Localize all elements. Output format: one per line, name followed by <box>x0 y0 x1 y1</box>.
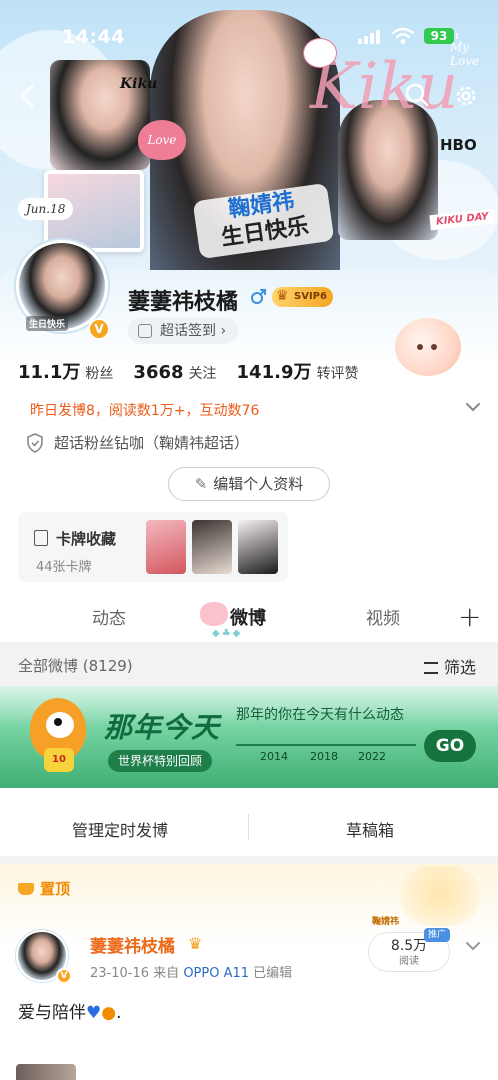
banner-love-tag: Love <box>138 120 186 160</box>
banner-date-tag: Jun.18 <box>18 198 74 220</box>
card-collection-label: 卡牌收藏 <box>56 530 117 548</box>
add-tab-icon[interactable]: + <box>458 600 481 633</box>
pencil-icon: ✎ <box>194 475 208 493</box>
all-weibo-count[interactable]: 全部微博 (8129) <box>18 655 133 676</box>
section-gap <box>0 856 498 864</box>
fanclub-label: 超话粉丝钻咖（鞠婧祎超话） <box>54 434 250 452</box>
post-edited: 已编辑 <box>253 966 293 981</box>
post-text-suffix: . <box>116 1003 122 1023</box>
stat-fans-label: 粉丝 <box>85 366 114 382</box>
tab-feed[interactable]: 动态 <box>92 604 126 629</box>
back-icon[interactable] <box>14 82 42 110</box>
post-source-prefix: 来自 <box>153 966 180 981</box>
stat-fans[interactable]: 11.1万 粉丝 <box>18 358 113 384</box>
divider <box>248 814 249 840</box>
promo-go-button[interactable]: GO <box>424 730 476 762</box>
tab-pig-icon <box>200 602 228 626</box>
stat-following-number: 3668 <box>133 362 184 383</box>
profile-tabs: 动态 微博 视频 <box>0 596 498 642</box>
pinned-label: 置顶 <box>18 878 70 899</box>
stat-interactions-label: 转评赞 <box>316 366 359 382</box>
promo-timeline <box>236 744 416 746</box>
tab-video[interactable]: 视频 <box>366 604 400 629</box>
male-gender-icon <box>251 289 266 304</box>
stat-interactions-number: 141.9万 <box>236 362 312 383</box>
stat-following[interactable]: 3668 关注 <box>133 362 216 383</box>
fanclub-row[interactable]: 超话粉丝钻咖（鞠婧祎超话） <box>26 432 249 453</box>
tab-active-indicator: ◆♣◆ <box>212 628 243 639</box>
shield-icon <box>27 432 43 453</box>
filter-icon <box>424 662 438 674</box>
promote-tag[interactable]: 推广 <box>424 928 451 942</box>
stat-interactions[interactable]: 141.9万 转评赞 <box>237 358 359 384</box>
filter-label: 筛选 <box>444 658 477 677</box>
on-this-day-banner[interactable]: 10 那年今天 那年的你在今天有什么动态 世界杯特别回顾 2014 2018 2… <box>0 686 498 788</box>
crown-decoration <box>400 866 480 926</box>
post-text-body: 爱与陪伴 <box>18 1003 86 1023</box>
stat-following-label: 关注 <box>188 366 217 382</box>
post-text: 爱与陪伴♥●. <box>18 998 122 1023</box>
profile-stats: 11.1万 粉丝 3668 关注 141.9万 转评赞 <box>18 358 358 384</box>
pin-crown-icon <box>18 883 34 895</box>
status-bar: 14:44 93 <box>0 0 498 72</box>
search-icon[interactable] <box>404 82 430 108</box>
card-collection[interactable]: 卡牌收藏 44张卡牌 <box>18 512 288 582</box>
mascot-shirt: 10 <box>44 748 74 772</box>
edit-profile-label: 编辑个人资料 <box>213 475 304 493</box>
drafts-button[interactable]: 草稿箱 <box>346 817 394 841</box>
svip-badge[interactable]: SVIP6 <box>272 286 333 307</box>
pinned-text: 置顶 <box>40 880 71 898</box>
manage-scheduled-posts-button[interactable]: 管理定时发博 <box>72 817 168 841</box>
tab-weibo[interactable]: 微博 <box>230 604 266 630</box>
post-side-tag: 鞠婧祎 <box>372 917 400 927</box>
post-verified-icon: V <box>56 968 72 984</box>
promo-year-3: 2022 <box>358 750 386 763</box>
promo-year-1: 2014 <box>260 750 288 763</box>
profile-username: 萋萋祎枝橘 <box>128 290 239 315</box>
card-collection-count: 44张卡牌 <box>36 560 92 575</box>
filter-button[interactable]: 筛选 <box>424 654 476 678</box>
status-time: 14:44 <box>62 26 125 48</box>
activity-summary[interactable]: 昨日发博8，阅读数1万+，互动数76 <box>30 400 259 420</box>
verified-badge-icon: V <box>88 318 110 340</box>
promo-subtitle: 那年的你在今天有什么动态 <box>236 707 404 723</box>
next-post-avatar <box>16 1064 76 1080</box>
post-source[interactable]: OPPO A11 <box>183 966 249 981</box>
post-date: 23-10-16 <box>90 966 150 981</box>
post-meta: 23-10-16 来自 OPPO A11 已编辑 <box>90 962 292 981</box>
card-thumb-3[interactable] <box>238 520 278 574</box>
gear-icon[interactable] <box>452 82 480 110</box>
card-collection-title: 卡牌收藏 <box>34 528 116 549</box>
battery-icon: 93 <box>424 28 458 44</box>
wifi-icon <box>392 27 414 44</box>
cellular-signal-icon <box>358 30 382 44</box>
pinned-post[interactable]: 置顶 V 萋萋祎枝橘 ♛ 23-10-16 来自 OPPO A11 已编辑 鞠婧… <box>0 864 498 1080</box>
post-actions-row: 管理定时发博 草稿箱 <box>0 800 498 856</box>
supertopic-checkin-button[interactable]: 超话签到 › <box>128 318 239 344</box>
promo-title: 那年今天 <box>104 711 221 744</box>
chevron-right-icon: › <box>220 323 227 339</box>
card-thumb-2[interactable] <box>192 520 232 574</box>
post-author-name[interactable]: 萋萋祎枝橘 <box>90 932 175 957</box>
checkin-label: 超话签到 <box>160 323 216 339</box>
avatar-caption: 生日快乐 <box>26 316 69 331</box>
edit-profile-button[interactable]: ✎ 编辑个人资料 <box>168 467 330 501</box>
banner-kiku-small: Kiku <box>120 76 158 92</box>
stat-fans-number: 11.1万 <box>18 362 81 383</box>
banner-hbo-text: HBO <box>440 136 477 154</box>
post-menu-chevron-icon[interactable] <box>464 940 482 952</box>
pig-mascot-decoration <box>395 318 461 376</box>
author-crown-icon: ♛ <box>188 934 203 953</box>
promo-worldcup-pill: 世界杯特别回顾 <box>108 750 213 772</box>
calendar-check-icon <box>138 324 152 338</box>
read-count-label: 阅读 <box>399 956 419 967</box>
orange-emoji-icon: ● <box>101 1003 117 1023</box>
card-thumb-1[interactable] <box>146 520 186 574</box>
feed-filter-bar: 全部微博 (8129) 筛选 <box>0 642 498 686</box>
chevron-down-icon[interactable] <box>464 400 482 414</box>
promo-year-2: 2018 <box>310 750 338 763</box>
card-icon <box>34 530 48 546</box>
blue-heart-emoji-icon: ♥ <box>86 1003 102 1023</box>
